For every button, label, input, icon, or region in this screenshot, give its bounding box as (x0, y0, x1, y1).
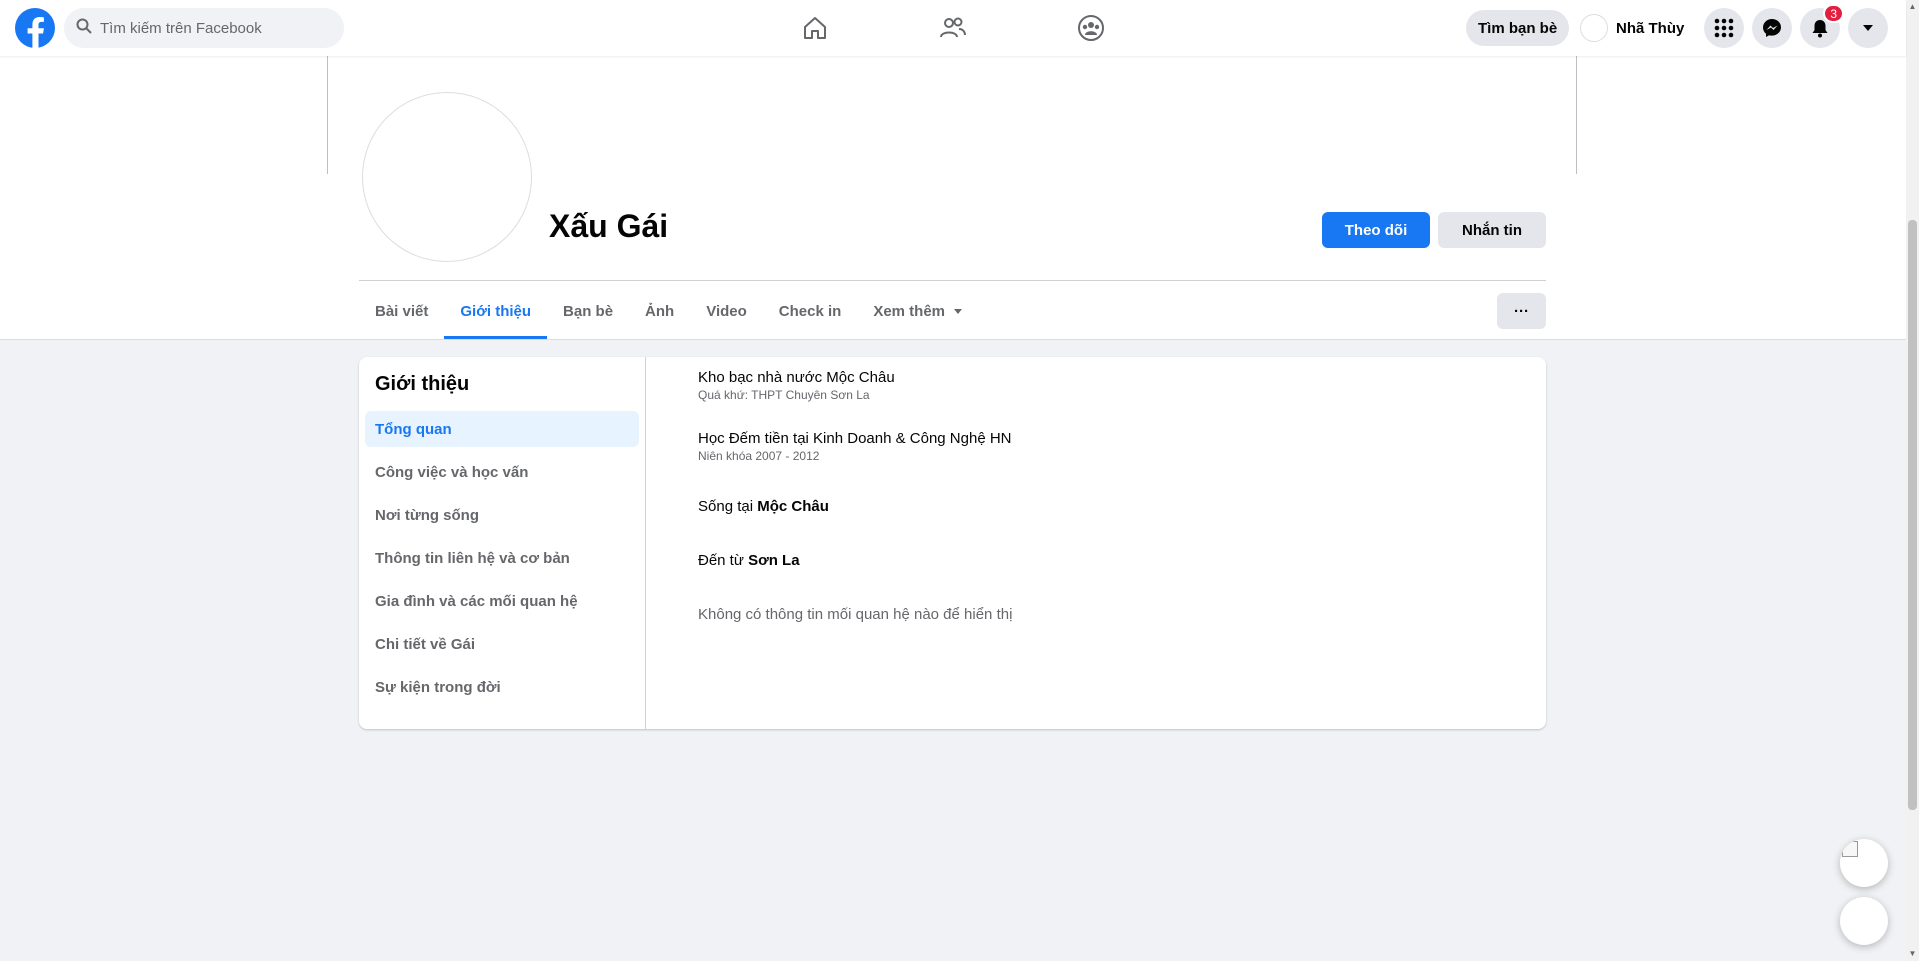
tab-video[interactable]: Video (690, 283, 763, 339)
bell-icon[interactable]: 3 (1800, 4, 1844, 48)
about-nav-contact-basic[interactable]: Thông tin liên hệ và cơ bản (365, 540, 639, 576)
groups-icon[interactable] (1036, 8, 1146, 48)
profile-chip[interactable]: Nhã Thùy (1580, 10, 1684, 46)
chat-head-avatar[interactable] (1840, 839, 1888, 887)
user-name: Nhã Thùy (1616, 19, 1685, 37)
about-nav-places-lived[interactable]: Nơi từng sống (365, 497, 639, 533)
tab-friends[interactable]: Bạn bè (547, 283, 629, 339)
scroll-thumb[interactable] (1908, 220, 1917, 810)
more-options-button[interactable]: ··· (1497, 293, 1546, 329)
scroll-down-arrow[interactable]: ▼ (1908, 949, 1917, 959)
divider (359, 280, 1546, 281)
home-icon[interactable] (760, 8, 870, 48)
about-sidebar: Giới thiệu Tổng quan Công việc và học vấ… (359, 357, 646, 729)
from-place[interactable]: Sơn La (748, 552, 800, 569)
cover-photo-edge (1576, 56, 1577, 174)
broken-image-icon (1842, 841, 1858, 857)
education-title[interactable]: Học Đếm tiền tại Kinh Doanh & Công Nghệ … (698, 430, 1012, 447)
about-card: Giới thiệu Tổng quan Công việc và học vấ… (359, 357, 1546, 729)
new-message-button[interactable] (1840, 897, 1888, 945)
from-prefix: Đến từ (698, 552, 749, 569)
about-nav-overview[interactable]: Tổng quan (365, 411, 639, 447)
messenger-icon[interactable] (1752, 8, 1792, 48)
work-subtitle: Quá khứ: THPT Chuyên Sơn La (698, 388, 870, 402)
follow-button[interactable]: Theo dõi (1322, 212, 1430, 248)
find-friends-button[interactable]: Tìm bạn bè (1466, 10, 1570, 46)
about-nav-family-relationships[interactable]: Gia đình và các mối quan hệ (365, 583, 639, 619)
relationship-empty-text: Không có thông tin mối quan hệ nào để hi… (698, 606, 1013, 623)
cover-photo-edge (327, 56, 328, 174)
scroll-up-arrow[interactable]: ▲ (1908, 2, 1917, 12)
education-subtitle: Niên khóa 2007 - 2012 (698, 449, 820, 463)
about-nav-life-events[interactable]: Sự kiện trong đời (365, 669, 639, 705)
from-item: Đến từ Sơn La (698, 552, 800, 569)
lives-in-item: Sống tại Mộc Châu (698, 498, 829, 515)
search-box[interactable] (64, 8, 344, 48)
caret-down-icon[interactable] (1848, 8, 1888, 48)
education-item: Học Đếm tiền tại Kinh Doanh & Công Nghệ … (698, 430, 1012, 463)
message-button[interactable]: Nhắn tin (1438, 212, 1546, 248)
tab-more[interactable]: Xem thêm (857, 283, 979, 339)
tab-more-label: Xem thêm (873, 302, 946, 320)
work-title[interactable]: Kho bạc nhà nước Mộc Châu (698, 369, 895, 386)
tab-photos[interactable]: Ảnh (629, 283, 690, 339)
tab-posts[interactable]: Bài viết (359, 283, 444, 339)
profile-avatar[interactable] (362, 92, 532, 262)
about-nav-details[interactable]: Chi tiết về Gái (365, 626, 639, 662)
work-item: Kho bạc nhà nước Mộc Châu Quá khứ: THPT … (698, 369, 895, 402)
search-icon (76, 18, 92, 39)
profile-header: Xấu Gái Theo dõi Nhắn tin Bài viết Giới … (0, 56, 1906, 340)
lives-in-place[interactable]: Mộc Châu (757, 498, 829, 515)
about-title: Giới thiệu (375, 373, 470, 395)
profile-tabs: Bài viết Giới thiệu Bạn bè Ảnh Video Che… (359, 283, 979, 339)
facebook-logo[interactable] (15, 8, 55, 48)
friends-icon[interactable] (898, 8, 1008, 48)
lives-in-prefix: Sống tại (698, 498, 758, 515)
menu-grid-icon[interactable] (1704, 8, 1744, 48)
notification-badge: 3 (1823, 4, 1844, 23)
caret-down-icon (953, 303, 963, 320)
top-navigation-bar: Tìm bạn bè Nhã Thùy 3 (0, 0, 1906, 56)
profile-name: Xấu Gái (549, 208, 669, 244)
search-input[interactable] (100, 19, 320, 37)
scrollbar[interactable]: ▲ ▼ (1906, 0, 1919, 961)
avatar (1580, 14, 1608, 42)
tab-about[interactable]: Giới thiệu (444, 283, 547, 339)
tab-checkin[interactable]: Check in (763, 283, 858, 339)
about-nav-work-education[interactable]: Công việc và học vấn (365, 454, 639, 490)
